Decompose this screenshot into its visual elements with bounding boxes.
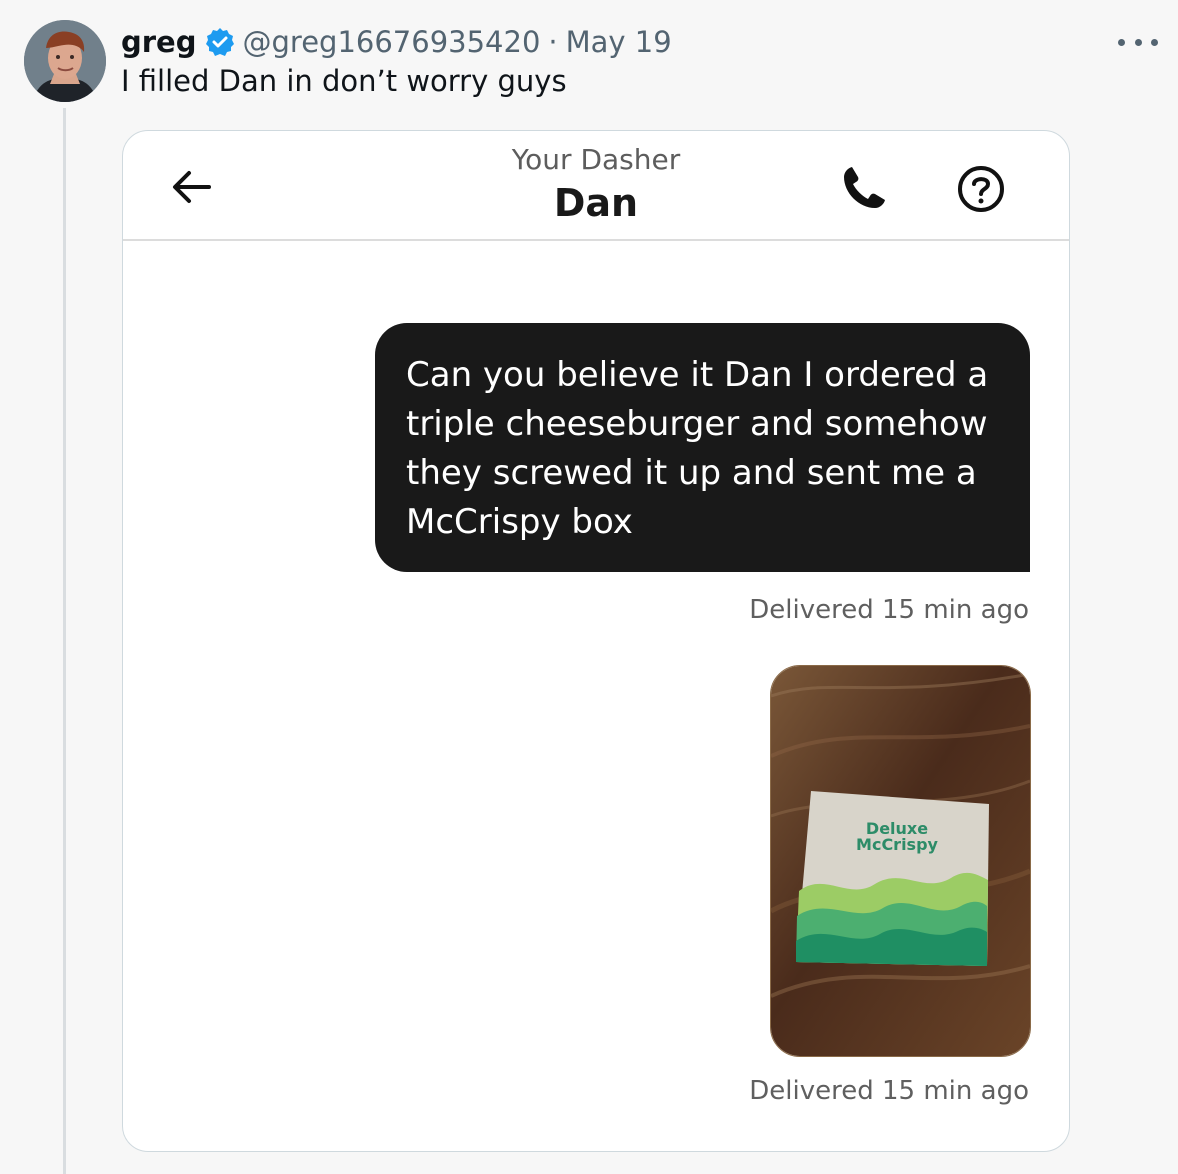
- tweet-page: greg @greg16676935420 · May 19 I filled …: [0, 0, 1178, 1174]
- tweet-date[interactable]: May 19: [566, 25, 672, 59]
- help-icon[interactable]: [955, 163, 1007, 215]
- dasher-name: Dan: [553, 181, 639, 225]
- thread-line: [63, 108, 66, 1174]
- avatar-portrait-image: [24, 20, 106, 102]
- more-dot: [1118, 38, 1125, 46]
- tweet-handle[interactable]: @greg16676935420: [243, 25, 541, 59]
- food-box-photo: Deluxe McCrispy: [771, 666, 1030, 1056]
- more-dot: [1134, 38, 1142, 46]
- screenshot-card[interactable]: Your Dasher Dan Can you believe it Dan I…: [122, 130, 1070, 1152]
- tweet-header: greg @greg16676935420 · May 19: [121, 20, 672, 64]
- chat-header: Your Dasher Dan: [123, 131, 1069, 241]
- verified-badge-icon: [205, 27, 235, 57]
- message-photo[interactable]: Deluxe McCrispy: [770, 665, 1031, 1057]
- more-dot: [1151, 38, 1158, 46]
- tweet-text: I filled Dan in don’t worry guys: [121, 64, 567, 98]
- phone-icon[interactable]: [839, 163, 889, 213]
- avatar[interactable]: [24, 20, 106, 102]
- photo-box-text-mccrispy: McCrispy: [856, 835, 939, 854]
- message-status: Delivered 15 min ago: [749, 595, 1029, 625]
- more-options-icon[interactable]: [1118, 28, 1158, 56]
- separator-dot: ·: [548, 25, 558, 59]
- tweet-username[interactable]: greg: [121, 25, 197, 59]
- message-bubble: Can you believe it Dan I ordered a tripl…: [375, 323, 1030, 572]
- photo-status: Delivered 15 min ago: [749, 1076, 1029, 1106]
- chat-subtitle: Your Dasher: [511, 143, 681, 176]
